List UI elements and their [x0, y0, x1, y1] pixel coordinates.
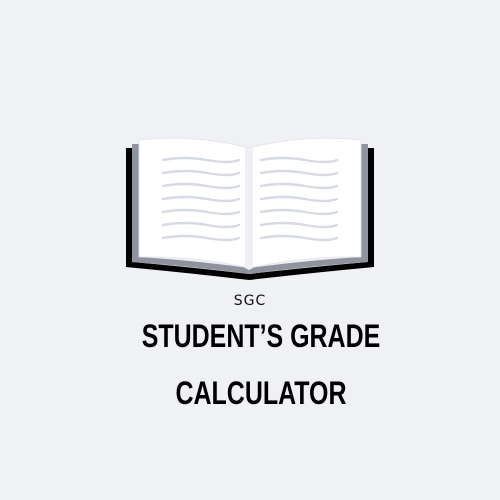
logo-canvas: SGC STUDENT’S GRADE CALCULATOR: [0, 0, 500, 500]
open-book-icon: [126, 137, 374, 280]
logo-abbreviation: SGC: [233, 293, 267, 309]
logo-title-line2: CALCULATOR: [175, 375, 347, 411]
logo-title-line1: STUDENT’S GRADE: [141, 318, 381, 354]
